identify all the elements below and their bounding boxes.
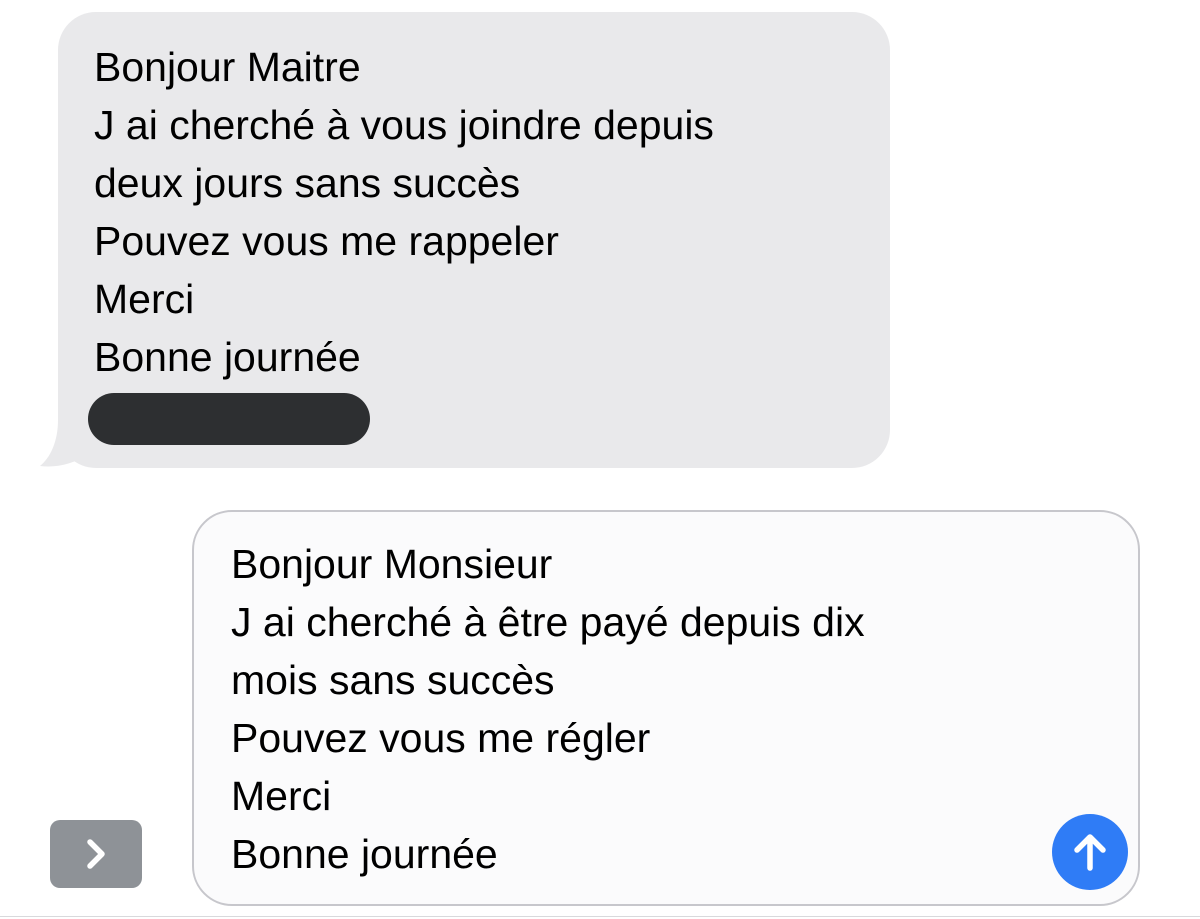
message-line: Bonjour Maitre — [94, 44, 361, 90]
compose-line: Bonne journée — [231, 831, 498, 877]
send-button[interactable] — [1052, 814, 1128, 890]
compose-line: mois sans succès — [231, 657, 555, 703]
compose-line: Merci — [231, 773, 332, 819]
compose-line: J ai cherché à être payé depuis dix — [231, 599, 865, 645]
message-line: J ai cherché à vous joindre depuis — [94, 102, 714, 148]
incoming-message-bubble: Bonjour Maitre J ai cherché à vous joind… — [58, 12, 890, 468]
message-line: Pouvez vous me rappeler — [94, 218, 559, 264]
messages-screen: Bonjour Maitre J ai cherché à vous joind… — [0, 0, 1200, 919]
redacted-signature — [88, 393, 370, 445]
arrow-up-icon — [1074, 834, 1106, 871]
message-compose-field[interactable]: Bonjour Monsieur J ai cherché à être pay… — [192, 510, 1140, 906]
message-line: deux jours sans succès — [94, 160, 521, 206]
keyboard-divider — [0, 916, 1200, 917]
compose-line: Bonjour Monsieur — [231, 541, 553, 587]
incoming-message-text: Bonjour Maitre J ai cherché à vous joind… — [94, 38, 714, 386]
message-line: Bonne journée — [94, 334, 361, 380]
compose-line: Pouvez vous me régler — [231, 715, 651, 761]
expand-apps-button[interactable] — [50, 820, 142, 888]
chevron-right-icon — [87, 839, 105, 869]
compose-text[interactable]: Bonjour Monsieur J ai cherché à être pay… — [231, 535, 865, 883]
message-line: Merci — [94, 276, 195, 322]
